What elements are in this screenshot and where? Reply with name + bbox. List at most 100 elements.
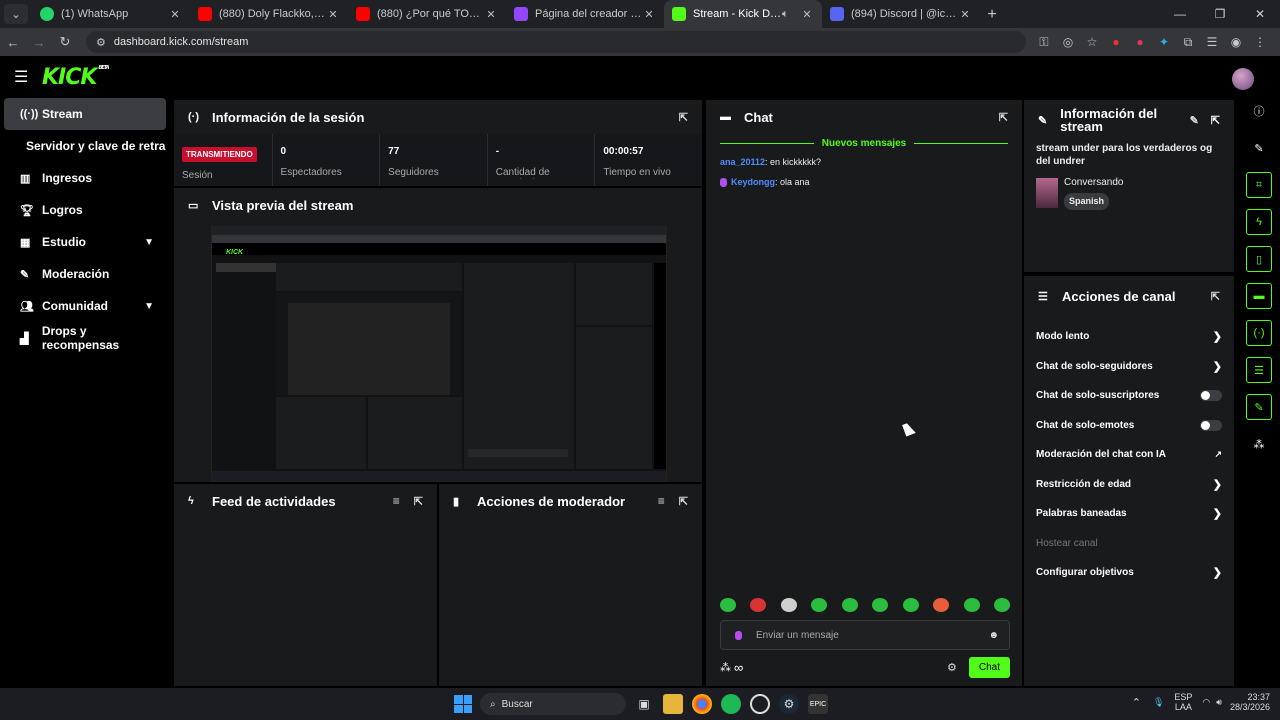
close-icon[interactable]: ✕	[642, 8, 656, 21]
bolt-icon[interactable]: ϟ	[1246, 209, 1272, 235]
action-ai-moderation[interactable]: Moderación del chat con IA ↗	[1024, 440, 1234, 470]
action-banned-words[interactable]: Palabras baneadas ❯	[1024, 499, 1234, 529]
popout-icon[interactable]: ⇱	[1211, 290, 1220, 303]
browser-tab-youtube-1[interactable]: (880) Doly Flackko, Emirsito - N✕	[190, 0, 348, 28]
kick-logo[interactable]: KICK BETA	[42, 65, 110, 90]
wrench-icon[interactable]: ✎	[1246, 394, 1272, 420]
popout-icon[interactable]: ⇱	[1211, 114, 1220, 127]
emote-icon[interactable]	[933, 598, 950, 612]
browser-tab-youtube-2[interactable]: (880) ¿Por qué TODOS los ART✕	[348, 0, 506, 28]
chevron-up-icon[interactable]: ⌃	[1132, 696, 1141, 709]
url-field[interactable]: ⚙ dashboard.kick.com/stream	[86, 31, 1026, 53]
reload-icon[interactable]: ↻	[52, 34, 78, 50]
edit-pencil-icon[interactable]: ✎	[1190, 114, 1199, 127]
stream-preview-video[interactable]: KICK	[211, 226, 667, 482]
eye-off-icon[interactable]: ◎	[1056, 35, 1080, 49]
action-configure-goals[interactable]: Configurar objetivos ❯	[1024, 558, 1234, 588]
back-icon[interactable]: ←	[0, 35, 26, 50]
volume-icon[interactable]: 🔊︎	[1216, 697, 1222, 708]
chat-send-button[interactable]: Chat	[968, 656, 1010, 678]
site-info-icon[interactable]: ⚙	[96, 36, 106, 49]
taskbar-search[interactable]: ⌕ Buscar	[480, 693, 626, 715]
profile-icon[interactable]: ◉	[1224, 35, 1248, 49]
points-icon[interactable]: ⁂	[1246, 431, 1272, 457]
expand-icon[interactable]: ⌗	[1246, 172, 1272, 198]
filter-icon[interactable]: ≡	[658, 494, 665, 508]
speaker-icon[interactable]: 🔈︎	[782, 8, 794, 21]
emote-icon[interactable]	[780, 598, 797, 612]
info-icon[interactable]: ⓘ	[1246, 98, 1272, 124]
sidebar-item-stream[interactable]: ((·)) Stream	[4, 98, 166, 130]
emotes-only-toggle[interactable]	[1200, 419, 1222, 431]
epic-games-icon[interactable]: EPIC	[808, 694, 828, 714]
action-followers-only[interactable]: Chat de solo-seguidores ❯	[1024, 352, 1234, 382]
user-avatar[interactable]	[1232, 68, 1254, 90]
close-window-icon[interactable]: ✕	[1240, 0, 1280, 28]
steam-icon[interactable]: ⚙	[779, 694, 799, 714]
language-indicator[interactable]: ESP LAA	[1174, 692, 1192, 712]
emote-icon[interactable]	[963, 598, 980, 612]
reading-list-icon[interactable]: ☰	[1200, 35, 1224, 49]
action-slow-mode[interactable]: Modo lento ❯	[1024, 322, 1234, 352]
sidebar-item-comunidad[interactable]: 👥︎ Comunidad ▼	[4, 290, 166, 322]
tab-search-chevron-icon[interactable]: ⌄	[4, 4, 28, 24]
chat-username[interactable]: ana_20112	[720, 157, 765, 167]
sidebar-item-logros[interactable]: 🏆︎ Logros	[4, 194, 166, 226]
windows-start-icon[interactable]	[454, 695, 472, 713]
close-icon[interactable]: ✕	[800, 8, 814, 21]
extension-red-icon[interactable]: ●	[1104, 35, 1128, 49]
sidebar-item-ingresos[interactable]: ▥ Ingresos	[4, 162, 166, 194]
chrome-icon[interactable]	[692, 694, 712, 714]
emote-icon[interactable]	[720, 598, 736, 612]
clock[interactable]: 23:37 28/3/2026	[1230, 692, 1270, 712]
sidebar-item-moderacion[interactable]: ✎ Moderación	[4, 258, 166, 290]
close-icon[interactable]: ✕	[484, 8, 498, 21]
emote-icon[interactable]	[841, 598, 858, 612]
document-icon[interactable]: ▯	[1246, 246, 1272, 272]
sidebar-item-estudio[interactable]: ▦ Estudio ▼	[4, 226, 166, 258]
filter-icon[interactable]: ≡	[393, 494, 400, 508]
popout-icon[interactable]: ⇱	[414, 495, 423, 508]
more-menu-icon[interactable]: ⋮	[1248, 35, 1272, 49]
sidebar-item-drops[interactable]: ▟ Drops y recompensas	[4, 322, 166, 354]
file-explorer-icon[interactable]	[663, 694, 683, 714]
subscribers-only-toggle[interactable]	[1200, 390, 1222, 402]
new-messages-divider[interactable]: Nuevos mensajes	[720, 138, 1008, 149]
minimize-icon[interactable]: —	[1160, 0, 1200, 28]
extensions-puzzle-icon[interactable]: ⧉	[1176, 35, 1200, 50]
action-age-restriction[interactable]: Restricción de edad ❯	[1024, 470, 1234, 500]
chat-username[interactable]: Keydongg	[731, 177, 775, 187]
browser-tab-whatsapp[interactable]: (1) WhatsApp ✕	[32, 0, 190, 28]
forward-icon[interactable]: →	[26, 35, 52, 50]
bookmark-star-icon[interactable]: ☆	[1080, 35, 1104, 49]
emote-icon[interactable]	[993, 598, 1010, 612]
emote-icon[interactable]	[872, 598, 889, 612]
emote-icon[interactable]	[902, 598, 919, 612]
chat-bubble-icon[interactable]: ▬	[1246, 283, 1272, 309]
wifi-icon[interactable]: ◠	[1202, 697, 1210, 708]
layout-icon[interactable]: ☰	[1246, 357, 1272, 383]
close-icon[interactable]: ✕	[326, 8, 340, 21]
chat-input[interactable]: Enviar un mensaje ☻	[720, 620, 1010, 650]
popout-icon[interactable]: ⇱	[679, 495, 688, 508]
edit-icon[interactable]: ✎	[1246, 135, 1272, 161]
popout-icon[interactable]: ⇱	[679, 111, 688, 124]
browser-tab-kick[interactable]: Stream - Kick Dashboard🔈︎✕	[664, 0, 822, 28]
close-icon[interactable]: ✕	[168, 8, 182, 21]
restore-icon[interactable]: ❐	[1200, 0, 1240, 28]
gear-icon[interactable]: ⚙	[947, 661, 957, 674]
browser-tab-twitch[interactable]: Página del creador - Twitch✕	[506, 0, 664, 28]
popout-icon[interactable]: ⇱	[999, 111, 1008, 124]
task-view-icon[interactable]: ▣	[634, 694, 654, 714]
sidebar-item-server-key[interactable]: Servidor y clave de retransmisión	[4, 130, 166, 162]
hamburger-menu-icon[interactable]: ☰	[14, 67, 34, 87]
extension-pink-icon[interactable]: ●	[1128, 35, 1152, 49]
browser-tab-discord[interactable]: (894) Discord | @icesebastia✕	[822, 0, 980, 28]
close-icon[interactable]: ✕	[958, 8, 972, 21]
spotify-icon[interactable]	[721, 694, 741, 714]
extension-blue-icon[interactable]: ✦	[1152, 35, 1176, 49]
microphone-icon[interactable]: 🎙︎	[1153, 697, 1164, 708]
new-tab-button[interactable]: +	[980, 6, 1004, 24]
emote-icon[interactable]	[811, 598, 828, 612]
emote-icon[interactable]	[750, 598, 767, 612]
